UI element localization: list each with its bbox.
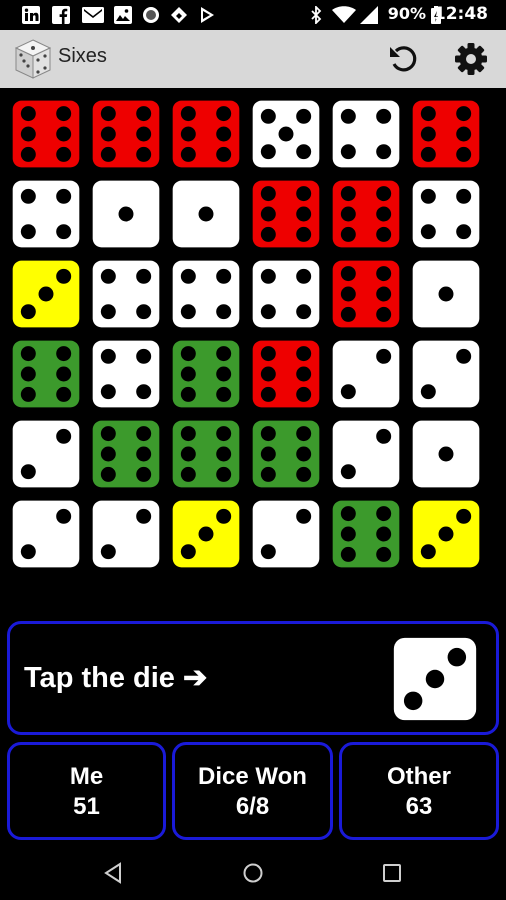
status-bar: 90% 12:48 <box>0 0 506 30</box>
app-bar: Sixes <box>0 30 506 88</box>
arrow-right-icon: ➔ <box>182 662 208 694</box>
tap-label-text: Tap the die <box>24 662 175 694</box>
die-red-six[interactable] <box>332 180 400 248</box>
die-white-five[interactable] <box>252 100 320 168</box>
die-red-six[interactable] <box>92 100 160 168</box>
die-white-one[interactable] <box>412 420 480 488</box>
die-white-two[interactable] <box>12 500 80 568</box>
dice-logo-icon <box>14 39 52 79</box>
wifi-icon <box>332 6 356 23</box>
settings-icon[interactable] <box>454 42 488 76</box>
die-red-six[interactable] <box>252 340 320 408</box>
image-icon <box>114 6 132 24</box>
score-other: Other 63 <box>339 742 499 840</box>
die-white-four[interactable] <box>92 340 160 408</box>
nav-bar <box>0 845 506 900</box>
die-red-six[interactable] <box>332 260 400 328</box>
die-red-six[interactable] <box>172 100 240 168</box>
die-white-four[interactable] <box>92 260 160 328</box>
score-dice-won-value: 6/8 <box>235 793 270 820</box>
back-icon[interactable] <box>100 859 128 887</box>
die-green-six[interactable] <box>332 500 400 568</box>
clock: 12:48 <box>433 4 488 24</box>
linkedin-icon <box>22 6 40 24</box>
gmail-icon <box>82 7 104 23</box>
die-red-six[interactable] <box>412 100 480 168</box>
die-white-two[interactable] <box>412 340 480 408</box>
signal-icon <box>360 6 378 24</box>
die-green-six[interactable] <box>92 420 160 488</box>
score-other-value: 63 <box>405 793 433 820</box>
die-white-four[interactable] <box>332 100 400 168</box>
tap-instruction: Tap the die ➔ <box>24 660 207 695</box>
die-white-four[interactable] <box>252 260 320 328</box>
recents-icon[interactable] <box>378 859 406 887</box>
die-green-six[interactable] <box>252 420 320 488</box>
bluetooth-icon <box>311 6 322 24</box>
score-dice-won: Dice Won 6/8 <box>172 742 333 840</box>
home-icon[interactable] <box>239 859 267 887</box>
die-green-six[interactable] <box>172 420 240 488</box>
die-white-two[interactable] <box>332 340 400 408</box>
die-red-six[interactable] <box>12 100 80 168</box>
score-me: Me 51 <box>7 742 166 840</box>
circle-icon <box>143 7 159 23</box>
die-white-two[interactable] <box>12 420 80 488</box>
facebook-icon <box>52 6 70 24</box>
feedly-icon <box>171 7 187 23</box>
die-white-four[interactable] <box>412 180 480 248</box>
die-white-four[interactable] <box>12 180 80 248</box>
roll-die[interactable] <box>393 637 477 721</box>
die-white-one[interactable] <box>92 180 160 248</box>
die-white-two[interactable] <box>332 420 400 488</box>
score-other-title: Other <box>386 763 451 790</box>
die-yellow-three[interactable] <box>12 260 80 328</box>
score-dice-won-title: Dice Won <box>198 763 307 790</box>
app-title: Sixes <box>58 45 107 67</box>
die-white-two[interactable] <box>252 500 320 568</box>
die-white-one[interactable] <box>412 260 480 328</box>
die-green-six[interactable] <box>12 340 80 408</box>
die-white-two[interactable] <box>92 500 160 568</box>
die-green-six[interactable] <box>172 340 240 408</box>
die-white-four[interactable] <box>172 260 240 328</box>
undo-icon[interactable] <box>386 42 420 76</box>
die-white-one[interactable] <box>172 180 240 248</box>
die-red-six[interactable] <box>252 180 320 248</box>
die-yellow-three[interactable] <box>412 500 480 568</box>
die-yellow-three[interactable] <box>172 500 240 568</box>
tap-panel[interactable]: Tap the die ➔ <box>7 621 499 735</box>
play-store-icon <box>201 7 214 23</box>
score-me-title: Me <box>69 763 104 790</box>
score-me-value: 51 <box>73 793 100 820</box>
battery-percent: 90% <box>387 4 426 23</box>
